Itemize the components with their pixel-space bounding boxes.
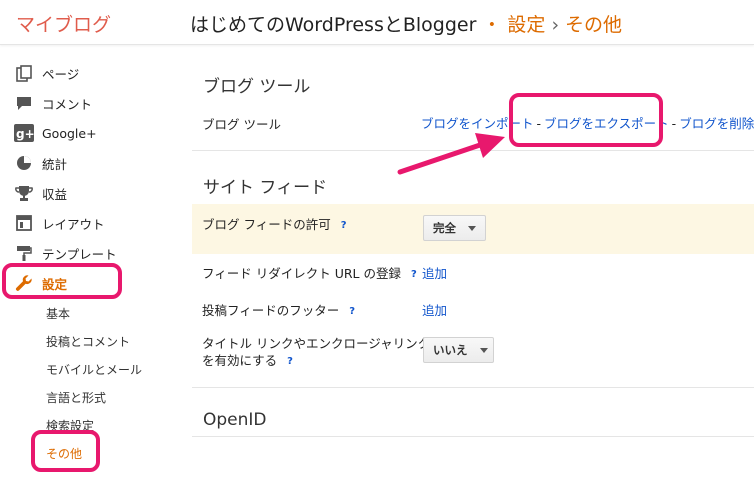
stats-pie-icon xyxy=(14,154,34,172)
feed-allow-label: ブログ フィードの許可 xyxy=(202,217,331,232)
sidebar-subitem-language-format[interactable]: 言語と形式 xyxy=(46,389,106,406)
feed-footer-add-link[interactable]: 追加 xyxy=(422,300,447,319)
help-icon[interactable]: ? xyxy=(341,220,347,231)
sidebar-item-earnings[interactable]: 収益 xyxy=(14,181,67,205)
highlight-box-export xyxy=(509,93,663,147)
sidebar-item-pages[interactable]: ページ xyxy=(14,61,79,85)
feed-redirect-label-wrap: フィード リダイレクト URL の登録? xyxy=(202,263,417,282)
top-header: マイブログ はじめてのWordPressとBlogger ・設定 › その他 xyxy=(0,0,754,45)
title-link-label-line2: を有効にする xyxy=(202,353,278,368)
pages-icon xyxy=(14,64,34,82)
title-link-label-line1: タイトル リンクやエンクロージャリンク xyxy=(202,336,431,351)
chevron-down-icon xyxy=(468,225,476,231)
sidebar-item-label: ページ xyxy=(42,66,80,82)
breadcrumb-settings[interactable]: 設定 xyxy=(507,14,545,36)
layout-icon xyxy=(14,214,34,232)
sidebar-item-template[interactable]: テンプレート xyxy=(14,241,117,265)
sidebar-item-label: レイアウト xyxy=(42,216,105,232)
breadcrumb-blog-name[interactable]: はじめてのWordPressとBlogger xyxy=(190,14,476,36)
svg-text:g+: g+ xyxy=(16,127,34,141)
trophy-icon xyxy=(14,184,34,202)
highlight-box-settings xyxy=(2,263,122,299)
sidebar-item-label: テンプレート xyxy=(42,246,117,262)
feed-redirect-label: フィード リダイレクト URL の登録 xyxy=(202,266,401,281)
divider xyxy=(192,387,754,388)
highlight-box-other xyxy=(31,430,100,472)
feed-footer-label-wrap: 投稿フィードのフッター? xyxy=(202,300,355,319)
sidebar-item-google-plus[interactable]: g+ Google+ xyxy=(14,121,97,145)
help-icon[interactable]: ? xyxy=(287,353,293,370)
breadcrumb-chevron: › xyxy=(551,14,560,36)
feed-allow-value: 完全 xyxy=(433,221,456,235)
help-icon[interactable]: ? xyxy=(349,306,355,317)
section-title-blog-tools: ブログ ツール xyxy=(203,77,311,97)
sidebar-item-stats[interactable]: 統計 xyxy=(14,151,67,175)
sidebar-item-comments[interactable]: コメント xyxy=(14,91,92,115)
divider xyxy=(192,436,754,437)
brand-logo[interactable]: マイブログ xyxy=(16,10,111,37)
breadcrumb-separator: ・ xyxy=(482,14,502,36)
sidebar-subitem-mobile-email[interactable]: モバイルとメール xyxy=(46,361,142,378)
section-title-site-feed: サイト フィード xyxy=(203,178,328,198)
sidebar-subitem-basic[interactable]: 基本 xyxy=(46,305,70,322)
feed-redirect-add-link[interactable]: 追加 xyxy=(422,263,447,282)
title-link-dropdown[interactable]: いいえ xyxy=(423,337,494,363)
paint-roller-icon xyxy=(14,244,34,262)
help-icon[interactable]: ? xyxy=(411,269,417,280)
sidebar-item-label: 収益 xyxy=(42,186,68,202)
feed-allow-dropdown[interactable]: 完全 xyxy=(423,215,486,241)
sidebar-item-layout[interactable]: レイアウト xyxy=(14,211,105,235)
annotation-arrow-icon xyxy=(397,133,505,175)
breadcrumb-current-page: その他 xyxy=(565,14,623,36)
link-separator: - xyxy=(671,116,677,131)
feed-footer-label: 投稿フィードのフッター xyxy=(202,303,340,318)
section-title-openid: OpenID xyxy=(203,410,267,430)
comment-icon xyxy=(14,94,34,112)
title-link-value: いいえ xyxy=(433,343,468,357)
blog-tools-label: ブログ ツール xyxy=(202,117,281,132)
sidebar-item-label: Google+ xyxy=(42,125,97,141)
title-link-label-wrap: タイトル リンクやエンクロージャリンク を有効にする? xyxy=(202,335,430,370)
sidebar-item-label: コメント xyxy=(42,96,93,112)
delete-blog-link[interactable]: ブログを削除 xyxy=(679,116,754,131)
chevron-down-icon xyxy=(479,347,488,353)
sidebar-subitem-posts-comments[interactable]: 投稿とコメント xyxy=(46,333,130,350)
google-plus-icon: g+ xyxy=(14,124,34,142)
sidebar-item-label: 統計 xyxy=(42,156,68,172)
feed-allow-label-wrap: ブログ フィードの許可? xyxy=(202,214,347,233)
breadcrumb: はじめてのWordPressとBlogger ・設定 › その他 xyxy=(190,10,622,37)
